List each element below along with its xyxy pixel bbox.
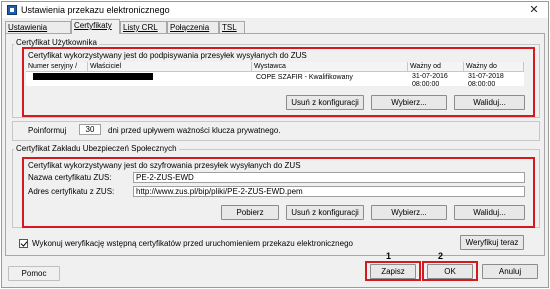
tab-bar: Ustawienia ogólne Certyfikaty Listy CRL … bbox=[5, 19, 405, 44]
tab-tsl[interactable]: TSL bbox=[219, 21, 245, 33]
zus-certificate-description: Certyfikat wykorzystywany jest do szyfro… bbox=[28, 161, 301, 170]
reminder-prefix: Poinformuj bbox=[28, 126, 67, 135]
ok-button[interactable]: OK bbox=[427, 264, 473, 279]
choose-user-certificate-button[interactable]: Wybierz... bbox=[371, 95, 447, 110]
annotation-number-2: 2 bbox=[438, 251, 444, 261]
tab-general[interactable]: Ustawienia ogólne bbox=[5, 21, 71, 44]
zus-certificate-address-field[interactable]: http://www.zus.pl/bip/pliki/PE-2-ZUS-EWD… bbox=[133, 186, 525, 197]
close-icon[interactable]: ✕ bbox=[522, 3, 546, 17]
column-serial-number[interactable]: Numer seryjny / bbox=[26, 62, 88, 72]
help-button[interactable]: Pomoc bbox=[8, 266, 60, 281]
column-valid-to[interactable]: Ważny do bbox=[464, 62, 524, 72]
validate-zus-certificate-button[interactable]: Waliduj... bbox=[454, 205, 525, 220]
preverification-label: Wykonuj weryfikację wstępną certyfikatów… bbox=[32, 239, 353, 248]
reminder-days-input[interactable]: 30 bbox=[79, 124, 101, 135]
zus-certificate-address-label: Adres certyfikatu z ZUS: bbox=[28, 187, 115, 196]
choose-zus-certificate-button[interactable]: Wybierz... bbox=[371, 205, 447, 220]
window-title: Ustawienia przekazu elektronicznego bbox=[21, 5, 170, 15]
tab-crl-lists[interactable]: Listy CRL bbox=[120, 21, 167, 33]
column-issuer[interactable]: Wystawca bbox=[252, 62, 408, 72]
remove-user-certificate-button[interactable]: Usuń z konfiguracji bbox=[286, 95, 364, 110]
table-row[interactable]: COPE SZAFIR - Kwalifikowany 31-07-2016 0… bbox=[26, 72, 524, 88]
download-zus-certificate-button[interactable]: Pobierz bbox=[221, 205, 279, 220]
app-icon bbox=[7, 5, 17, 15]
cancel-button[interactable]: Anuluj bbox=[482, 264, 538, 279]
valid-to-time: 08:00:00 bbox=[468, 81, 496, 88]
user-certificate-table[interactable]: Numer seryjny / Właściciel Wystawca Ważn… bbox=[26, 62, 524, 88]
zus-certificate-name-label: Nazwa certyfikatu ZUS: bbox=[28, 173, 112, 182]
column-valid-from[interactable]: Ważny od bbox=[408, 62, 464, 72]
valid-from-date: 31-07-2016 bbox=[412, 73, 448, 80]
annotation-number-1: 1 bbox=[386, 251, 392, 261]
column-owner[interactable]: Właściciel bbox=[88, 62, 252, 72]
tab-connections[interactable]: Połączenia bbox=[167, 21, 219, 33]
validate-user-certificate-button[interactable]: Waliduj... bbox=[454, 95, 525, 110]
zus-certificate-group-label: Certyfikat Zakładu Ubezpieczeń Społeczny… bbox=[14, 144, 179, 153]
preverification-checkbox[interactable] bbox=[19, 239, 28, 248]
settings-window: Ustawienia przekazu elektronicznego ✕ Us… bbox=[1, 1, 549, 288]
remove-zus-certificate-button[interactable]: Usuń z konfiguracji bbox=[286, 205, 364, 220]
valid-to-date: 31-07-2018 bbox=[468, 73, 504, 80]
save-button[interactable]: Zapisz bbox=[370, 264, 416, 279]
title-bar: Ustawienia przekazu elektronicznego ✕ bbox=[2, 2, 548, 18]
user-certificate-group-label: Certyfikat Użytkownika bbox=[14, 38, 99, 47]
user-certificate-description: Certyfikat wykorzystywany jest do podpis… bbox=[28, 51, 307, 60]
tab-certificates[interactable]: Certyfikaty bbox=[71, 19, 120, 34]
zus-certificate-name-field[interactable]: PE-2-ZUS-EWD bbox=[133, 172, 525, 183]
issuer-cell: COPE SZAFIR - Kwalifikowany bbox=[256, 74, 353, 81]
valid-from-time: 08:00:00 bbox=[412, 81, 440, 88]
redacted-serial-owner bbox=[33, 73, 153, 80]
verify-now-button[interactable]: Weryfikuj teraz bbox=[460, 235, 524, 250]
reminder-suffix: dni przed upływem ważności klucza prywat… bbox=[108, 126, 281, 135]
